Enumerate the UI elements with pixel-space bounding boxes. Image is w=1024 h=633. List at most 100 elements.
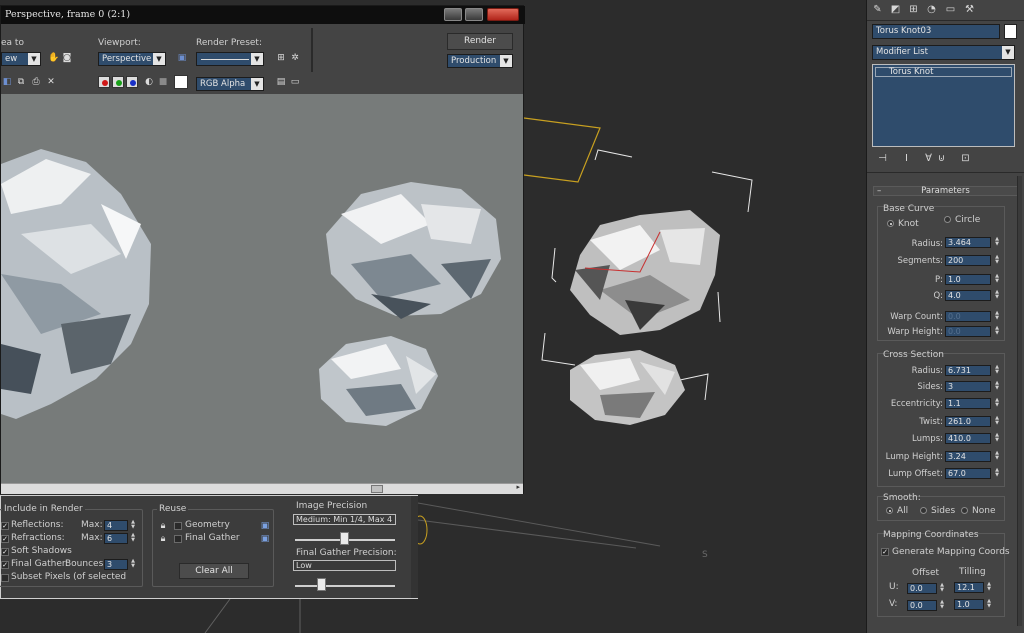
final-gather-lock-icon[interactable]: 🔒︎: [157, 533, 169, 545]
warp-count-arrows[interactable]: ▲ ▼: [994, 311, 1000, 321]
smooth-all-radio[interactable]: [886, 507, 893, 514]
red-channel-toggle[interactable]: [98, 76, 110, 88]
lump-height-arrows[interactable]: ▲ ▼: [994, 451, 1000, 461]
viewport-dropdown[interactable]: Perspective ▼: [98, 52, 166, 66]
soft-shadows-checkbox[interactable]: ✓: [1, 548, 9, 556]
knot-radio[interactable]: [887, 220, 894, 227]
geometry-lock-icon[interactable]: 🔒︎: [157, 520, 169, 532]
lump-height-spinner[interactable]: 3.24: [945, 451, 991, 462]
panel-toggle-icon[interactable]: ▭: [289, 76, 301, 88]
bc-radius-spinner[interactable]: 3.464: [945, 237, 991, 248]
v-offset-spinner[interactable]: 0.0: [907, 600, 937, 611]
remove-modifier-icon[interactable]: ⊍: [935, 153, 948, 165]
lump-offset-spinner[interactable]: 67.0: [945, 468, 991, 479]
final-gather-reuse-checkbox[interactable]: [174, 535, 182, 543]
stack-item-torus-knot[interactable]: Torus Knot: [875, 67, 1012, 77]
utilities-tab-icon[interactable]: ⚒: [963, 4, 976, 16]
modifier-list-dropdown[interactable]: Modifier List ▼: [872, 45, 1015, 60]
maximize-button[interactable]: [465, 8, 483, 21]
circle-radio[interactable]: [944, 216, 951, 223]
v-tiling-spinner[interactable]: 1.0: [954, 599, 984, 610]
sides-spinner[interactable]: 3: [945, 381, 991, 392]
segments-arrows[interactable]: ▲ ▼: [994, 255, 1000, 265]
geometry-checkbox[interactable]: [174, 522, 182, 530]
scroll-thumb[interactable]: [371, 485, 383, 493]
u-offset-arrows[interactable]: ▲ ▼: [939, 583, 945, 593]
cs-radius-arrows[interactable]: ▲ ▼: [994, 365, 1000, 375]
refractions-checkbox[interactable]: ✓: [1, 535, 9, 543]
torus-knot-bottom[interactable]: [570, 350, 685, 425]
render-button[interactable]: Render: [447, 33, 513, 50]
sides-arrows[interactable]: ▲ ▼: [994, 381, 1000, 391]
print-icon[interactable]: ⎙: [30, 76, 42, 88]
modifier-stack[interactable]: Torus Knot: [872, 64, 1015, 147]
parameters-rollout-header[interactable]: – Parameters: [873, 186, 1018, 196]
refractions-spinner-arrows[interactable]: ▲ ▼: [130, 533, 136, 544]
lumps-arrows[interactable]: ▲ ▼: [994, 433, 1000, 443]
render-setup-icon[interactable]: ⊞: [275, 52, 287, 64]
eccentricity-arrows[interactable]: ▲ ▼: [994, 398, 1000, 408]
hand-icon[interactable]: ✋: [48, 52, 60, 64]
lumps-spinner[interactable]: 410.0: [945, 433, 991, 444]
alpha-icon[interactable]: ◐: [143, 76, 155, 88]
torus-knot-top[interactable]: [570, 210, 720, 335]
warp-count-spinner[interactable]: 0.0: [945, 311, 991, 322]
smooth-sides-radio[interactable]: [920, 507, 927, 514]
reflections-spinner-arrows[interactable]: ▲ ▼: [130, 520, 136, 531]
create-tab-icon[interactable]: ✎: [871, 4, 884, 16]
u-tiling-spinner[interactable]: 12.1: [954, 582, 984, 593]
minimize-button[interactable]: [444, 8, 462, 21]
bc-radius-arrows[interactable]: ▲ ▼: [994, 237, 1000, 247]
smooth-none-radio[interactable]: [961, 507, 968, 514]
final-gather-checkbox[interactable]: ✓: [1, 561, 9, 569]
refractions-max-spinner[interactable]: 6: [104, 533, 128, 544]
save-image-icon[interactable]: ◧: [1, 76, 13, 88]
channel-display-dropdown[interactable]: RGB Alpha ▼: [196, 77, 264, 91]
clone-window-icon[interactable]: ⧉: [15, 76, 27, 88]
p-spinner[interactable]: 1.0: [945, 274, 991, 285]
clear-all-button[interactable]: Clear All: [179, 563, 249, 579]
horizontal-scrollbar[interactable]: ▸: [1, 483, 523, 494]
subset-pixels-checkbox[interactable]: [1, 574, 9, 582]
twist-spinner[interactable]: 261.0: [945, 416, 991, 427]
object-color-swatch[interactable]: [1004, 24, 1017, 39]
reflections-checkbox[interactable]: ✓: [1, 522, 9, 530]
generate-mapping-checkbox[interactable]: ✓: [881, 548, 889, 556]
segments-spinner[interactable]: 200: [945, 255, 991, 266]
mono-icon[interactable]: ■: [157, 76, 169, 88]
pin-stack-icon[interactable]: ⊣: [876, 153, 889, 165]
render-frame-window[interactable]: Perspective, frame 0 (2:1) ea to ew ▼ ✋ ◙…: [0, 5, 525, 494]
bounces-spinner[interactable]: 3: [104, 559, 128, 570]
eccentricity-spinner[interactable]: 1.1: [945, 398, 991, 409]
close-button[interactable]: [487, 8, 519, 21]
production-dropdown[interactable]: Production ▼: [447, 54, 513, 68]
reflections-max-spinner[interactable]: 4: [104, 520, 128, 531]
lock-icon[interactable]: ▣: [176, 52, 188, 64]
display-tab-icon[interactable]: ▭: [944, 4, 957, 16]
area-to-render-dropdown[interactable]: ew ▼: [1, 52, 41, 66]
blue-channel-toggle[interactable]: [126, 76, 138, 88]
lump-offset-arrows[interactable]: ▲ ▼: [994, 468, 1000, 478]
environment-icon[interactable]: ✲: [289, 52, 301, 64]
q-spinner[interactable]: 4.0: [945, 290, 991, 301]
u-offset-spinner[interactable]: 0.0: [907, 583, 937, 594]
scroll-right-arrow[interactable]: ▸: [516, 483, 520, 491]
green-channel-toggle[interactable]: [112, 76, 124, 88]
clear-icon[interactable]: ✕: [45, 76, 57, 88]
make-unique-icon[interactable]: ∀: [922, 153, 935, 165]
cs-radius-spinner[interactable]: 6.731: [945, 365, 991, 376]
command-panel-scrollbar[interactable]: [1017, 176, 1022, 626]
final-gather-options-icon[interactable]: ▣: [259, 533, 271, 545]
warp-height-spinner[interactable]: 0.0: [945, 326, 991, 337]
geometry-options-icon[interactable]: ▣: [259, 520, 271, 532]
warp-height-arrows[interactable]: ▲ ▼: [994, 326, 1000, 336]
camera-icon[interactable]: ◙: [61, 52, 73, 64]
display-icon[interactable]: ▤: [275, 76, 287, 88]
image-precision-slider[interactable]: [340, 532, 349, 545]
q-arrows[interactable]: ▲ ▼: [994, 290, 1000, 300]
p-arrows[interactable]: ▲ ▼: [994, 274, 1000, 284]
modify-tab-icon[interactable]: ◩: [889, 4, 902, 16]
object-name-field[interactable]: Torus Knot03: [872, 24, 1000, 39]
render-preset-dropdown[interactable]: ▼: [196, 52, 264, 66]
twist-arrows[interactable]: ▲ ▼: [994, 416, 1000, 426]
